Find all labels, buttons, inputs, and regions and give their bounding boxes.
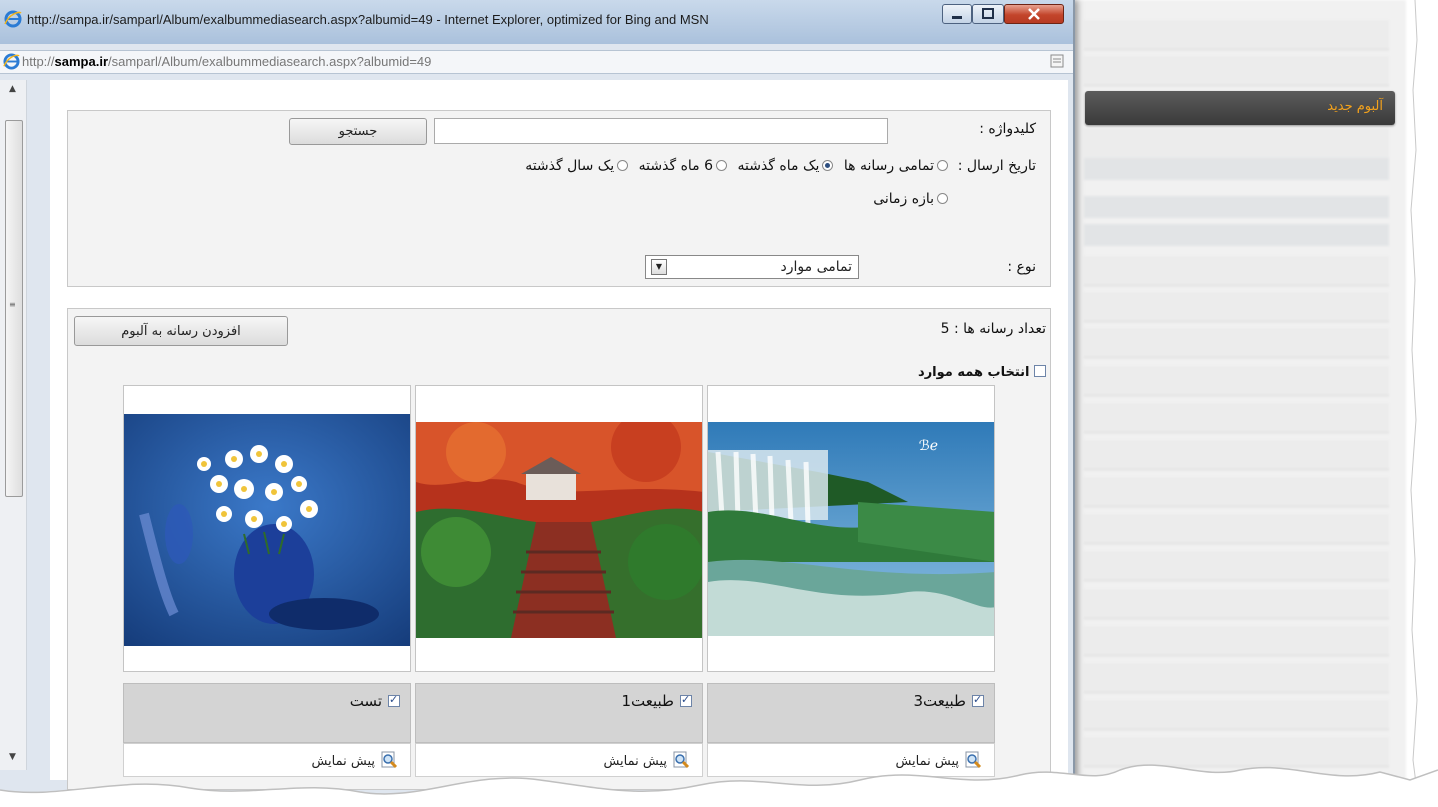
radio-button[interactable]	[617, 160, 629, 171]
radio-last-month[interactable]: یک ماه گذشته	[738, 158, 834, 174]
menu-item	[1084, 292, 1389, 322]
page-content: کلیدواژه : جستجو تاریخ ارسال : تمامی رسا…	[50, 80, 1068, 790]
menu-item	[1084, 328, 1389, 358]
autumn-path-image	[416, 422, 702, 638]
search-button[interactable]: جستجو	[289, 118, 427, 145]
radio-button[interactable]	[937, 160, 948, 171]
address-domain: sampa.ir	[54, 54, 109, 69]
menu-item	[1084, 440, 1389, 470]
media-caption[interactable]: طبیعت3	[913, 692, 984, 710]
menu-item	[1084, 626, 1389, 656]
radio-button[interactable]	[937, 193, 948, 204]
radio-last-6-months[interactable]: 6 ماه گذشته	[639, 158, 728, 174]
menu-item	[1084, 589, 1389, 619]
media-card[interactable]	[415, 385, 703, 672]
select-all[interactable]: انتخاب همه موارد	[918, 365, 1046, 380]
media-count: تعداد رسانه ها : 5	[940, 321, 1046, 337]
menu-item	[1084, 56, 1389, 86]
media-checkbox[interactable]	[680, 693, 692, 707]
title-bar: http://sampa.ir/samparl/Album/exalbummed…	[0, 0, 1073, 44]
caption-cell: طبیعت1	[415, 683, 703, 743]
address-bar: http://sampa.ir/samparl/Album/exalbummed…	[0, 50, 1073, 74]
menu-item	[1084, 551, 1389, 581]
select-all-checkbox[interactable]	[1034, 365, 1046, 377]
radio-button[interactable]	[716, 160, 728, 171]
address-protocol: http://	[22, 54, 55, 69]
minimize-button[interactable]	[942, 4, 972, 24]
search-panel: کلیدواژه : جستجو تاریخ ارسال : تمامی رسا…	[67, 110, 1051, 287]
media-checkbox[interactable]	[388, 693, 400, 707]
blue-flowers-vase-image	[124, 414, 410, 646]
date-label: تاریخ ارسال :	[957, 158, 1036, 174]
menu-subitem	[1084, 196, 1389, 218]
waterfall-image: ℬℯ	[708, 422, 994, 636]
menu-item	[1084, 403, 1389, 433]
torn-paper-bottom-edge	[0, 764, 1438, 807]
media-card[interactable]: ℬℯ	[707, 385, 995, 672]
menu-item	[1084, 256, 1389, 286]
dropdown-arrow-icon[interactable]: ▼	[651, 259, 667, 275]
media-caption[interactable]: طبیعت1	[621, 692, 692, 710]
type-selected-value: تمامی موارد	[780, 259, 853, 275]
radio-last-year[interactable]: یک سال گذشته	[525, 158, 629, 174]
media-caption[interactable]: تست	[350, 692, 400, 710]
date-radio-group: تمامی رسانه ها یک ماه گذشته 6 ماه گذشته …	[519, 158, 948, 174]
menu-item	[1084, 477, 1389, 507]
ie-popup-window: http://sampa.ir/samparl/Album/exalbummed…	[0, 0, 1075, 807]
window-controls	[942, 4, 1066, 26]
torn-paper-edge	[1405, 0, 1438, 807]
maximize-icon	[982, 8, 994, 19]
menu-item-new-album[interactable]: آلبوم جدید	[1085, 91, 1395, 125]
menu-item	[1084, 663, 1389, 693]
maximize-button[interactable]	[972, 4, 1004, 24]
type-label: نوع :	[1007, 259, 1036, 275]
caption-cell: طبیعت3	[707, 683, 995, 743]
menu-item	[1084, 366, 1389, 396]
media-card[interactable]	[123, 385, 411, 672]
menu-item	[1084, 20, 1389, 50]
scroll-up-arrow-icon[interactable]: ▲	[9, 84, 16, 94]
address-path: /samparl/Album/exalbummediasearch.aspx?a…	[108, 54, 432, 69]
grip-icon: ≡	[9, 300, 16, 309]
address-url[interactable]: http://sampa.ir/samparl/Album/exalbummed…	[22, 54, 431, 69]
menu-item	[1084, 700, 1389, 730]
close-button[interactable]	[1004, 4, 1064, 24]
radio-all-media[interactable]: تمامی رسانه ها	[844, 158, 948, 174]
internet-explorer-icon	[3, 53, 20, 70]
keyword-label: کلیدواژه :	[979, 121, 1036, 137]
menu-item	[1084, 128, 1389, 158]
radio-button-selected[interactable]	[822, 160, 834, 171]
menu-item	[1084, 514, 1389, 544]
window-title: http://sampa.ir/samparl/Album/exalbummed…	[27, 12, 709, 27]
add-media-to-album-button[interactable]: افزودن رسانه به آلبوم	[74, 316, 288, 346]
menu-subitem	[1084, 224, 1389, 246]
page-icon[interactable]	[1050, 54, 1064, 68]
svg-text:ℬℯ: ℬℯ	[919, 438, 938, 454]
keyword-input[interactable]	[434, 118, 888, 144]
scroll-thumb[interactable]: ≡	[5, 120, 23, 497]
type-dropdown[interactable]: تمامی موارد ▼	[645, 255, 859, 279]
media-checkbox[interactable]	[972, 693, 984, 707]
close-icon	[1028, 8, 1040, 20]
vertical-scrollbar[interactable]: ▲ ≡ ▼	[0, 80, 27, 770]
caption-cell: تست	[123, 683, 411, 743]
results-panel: تعداد رسانه ها : 5 افزودن رسانه به آلبوم…	[67, 308, 1051, 790]
radio-time-range[interactable]: بازه زمانی	[873, 191, 948, 207]
minimize-icon	[952, 16, 962, 19]
menu-subitem	[1084, 158, 1389, 180]
internet-explorer-icon	[4, 10, 22, 28]
